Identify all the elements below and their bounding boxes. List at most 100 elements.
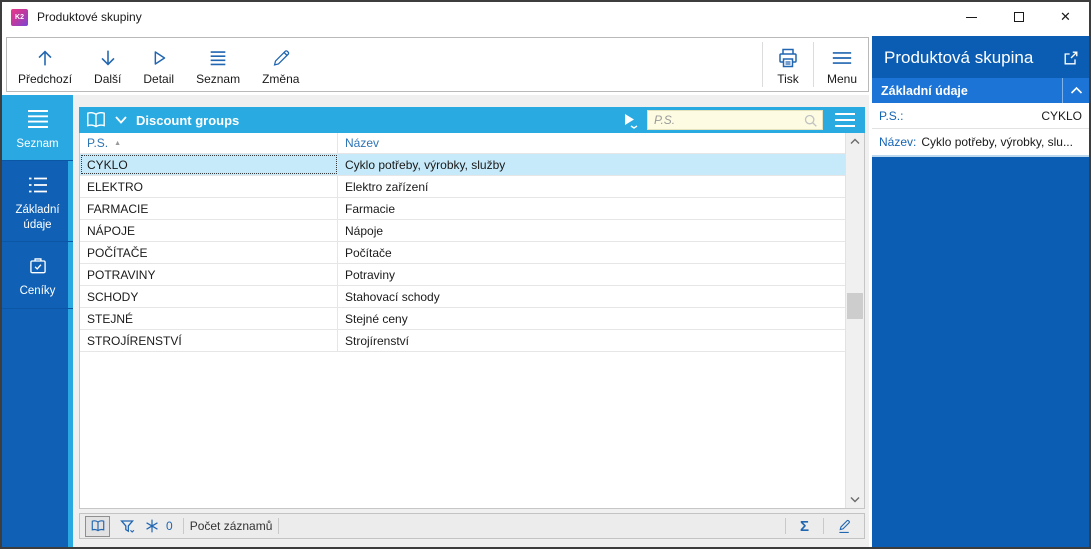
list-lines-icon — [206, 45, 230, 71]
sum-icon[interactable]: Σ — [792, 518, 817, 535]
next-button[interactable]: Další — [83, 38, 132, 91]
sidebar-item-seznam[interactable]: Seznam — [2, 95, 73, 162]
app-window: K2 Produktové skupiny ✕ Předchozí Další … — [0, 0, 1091, 549]
toolbar-separator — [812, 42, 814, 87]
detail-section-header[interactable]: Základní údaje — [872, 78, 1089, 103]
detail-field-ps: P.S.: CYKLO — [872, 103, 1089, 129]
cell-ps[interactable]: NÁPOJE — [80, 220, 338, 241]
titlebar: K2 Produktové skupiny ✕ — [2, 2, 1089, 32]
cell-ps[interactable]: ELEKTRO — [80, 176, 338, 197]
table-row[interactable]: POTRAVINY Potraviny — [80, 264, 845, 286]
statusbar-separator — [182, 518, 184, 534]
print-button[interactable]: Tisk — [765, 38, 811, 91]
sidebar-item-ceniky[interactable]: Ceníky — [2, 242, 73, 309]
cell-nazev[interactable]: Strojírenství — [338, 330, 845, 351]
previous-label: Předchozí — [18, 71, 73, 86]
cell-nazev[interactable]: Nápoje — [338, 220, 845, 241]
maximize-button[interactable] — [995, 2, 1042, 32]
search-input[interactable] — [648, 113, 803, 127]
sidebar-item-zakladni-udaje[interactable]: Základní údaje — [2, 161, 73, 243]
scroll-up-icon[interactable] — [846, 133, 864, 150]
change-label: Změna — [262, 71, 300, 86]
change-button[interactable]: Změna — [251, 38, 310, 91]
cell-nazev[interactable]: Stejné ceny — [338, 308, 845, 329]
vertical-scrollbar[interactable] — [845, 133, 864, 508]
statusbar-separator — [278, 518, 280, 534]
statusbar-separator — [784, 518, 786, 534]
k2-logo-icon: K2 — [11, 8, 28, 26]
cell-ps[interactable]: POČÍTAČE — [80, 242, 338, 263]
grid-menu-icon[interactable] — [829, 110, 861, 130]
cell-ps[interactable]: POTRAVINY — [80, 264, 338, 285]
cell-ps[interactable]: CYKLO — [80, 154, 338, 175]
scrollbar-track[interactable] — [846, 150, 864, 491]
column-header-nazev[interactable]: Název — [338, 133, 845, 153]
menu-button[interactable]: Menu — [816, 38, 868, 91]
print-label: Tisk — [777, 71, 799, 86]
list-button[interactable]: Seznam — [185, 38, 251, 91]
triangle-right-icon — [148, 45, 170, 71]
cell-ps[interactable]: SCHODY — [80, 286, 338, 307]
cell-ps[interactable]: STEJNÉ — [80, 308, 338, 329]
list-label: Seznam — [196, 71, 241, 86]
column-label: P.S. — [87, 136, 109, 150]
detail-section-title: Základní údaje — [881, 83, 968, 98]
previous-button[interactable]: Předchozí — [7, 38, 83, 91]
arrow-down-icon — [97, 45, 119, 71]
detail-panel: Produktová skupina Základní údaje P.S.: … — [872, 36, 1089, 547]
detail-label: Detail — [143, 71, 175, 86]
book-view-button[interactable] — [85, 515, 110, 537]
column-header-ps[interactable]: P.S. ▲ — [80, 133, 338, 153]
close-button[interactable]: ✕ — [1042, 2, 1089, 32]
cell-ps[interactable]: FARMACIE — [80, 198, 338, 219]
book-icon[interactable] — [85, 110, 107, 130]
frozen-records-icon[interactable] — [140, 518, 164, 534]
chevron-down-icon[interactable] — [114, 115, 128, 125]
statusbar-separator — [823, 518, 824, 534]
record-count-label: Počet záznamů — [189, 519, 273, 533]
play-filter-icon[interactable] — [621, 111, 639, 129]
pencil-icon — [270, 45, 292, 71]
detail-fields: P.S.: CYKLO Název: Cyklo potřeby, výrobk… — [872, 103, 1089, 157]
close-icon: ✕ — [1060, 9, 1071, 24]
grid-title: Discount groups — [136, 112, 240, 128]
minimize-button[interactable] — [948, 2, 995, 32]
arrow-up-icon — [34, 45, 56, 71]
grid-table: P.S. ▲ Název CYKLO Cyklo potřeby, výrobk… — [80, 133, 845, 508]
scrollbar-thumb[interactable] — [847, 293, 863, 320]
table-row[interactable]: CYKLO Cyklo potřeby, výrobky, služby — [80, 154, 845, 176]
table-row[interactable]: POČÍTAČE Počítače — [80, 242, 845, 264]
briefcase-check-icon — [28, 255, 48, 277]
scroll-down-icon[interactable] — [846, 491, 864, 508]
cell-nazev[interactable]: Potraviny — [338, 264, 845, 285]
grid-header-bar: Discount groups — [79, 107, 865, 133]
sidebar-item-label: Ceníky — [19, 285, 56, 298]
external-link-icon[interactable] — [1063, 50, 1079, 66]
main-content: Discount groups P.S. P.S. ▲ Název CYKLO … — [73, 95, 869, 547]
window-title: Produktové skupiny — [37, 10, 142, 24]
cell-nazev[interactable]: Cyklo potřeby, výrobky, služby — [338, 154, 845, 175]
cell-nazev[interactable]: Elektro zařízení — [338, 176, 845, 197]
detail-button[interactable]: Detail — [132, 38, 185, 91]
filter-icon[interactable] — [115, 518, 140, 535]
grid: P.S. ▲ Název CYKLO Cyklo potřeby, výrobk… — [79, 133, 865, 509]
cell-ps[interactable]: STROJÍRENSTVÍ — [80, 330, 338, 351]
cell-nazev[interactable]: Stahovací schody — [338, 286, 845, 307]
edit-pencil-icon[interactable] — [830, 518, 859, 535]
sidebar-item-label: Základní údaje — [15, 204, 60, 231]
frozen-count: 0 — [166, 519, 173, 533]
sort-asc-icon: ▲ — [114, 139, 122, 147]
table-row[interactable]: FARMACIE Farmacie — [80, 198, 845, 220]
chevron-up-icon[interactable] — [1063, 78, 1089, 103]
table-row[interactable]: STROJÍRENSTVÍ Strojírenství — [80, 330, 845, 352]
table-row[interactable]: NÁPOJE Nápoje — [80, 220, 845, 242]
table-row[interactable]: ELEKTRO Elektro zařízení — [80, 176, 845, 198]
maximize-icon — [1013, 12, 1024, 22]
next-label: Další — [94, 71, 122, 86]
cell-nazev[interactable]: Počítače — [338, 242, 845, 263]
table-row[interactable]: STEJNÉ Stejné ceny — [80, 308, 845, 330]
minimize-icon — [966, 16, 977, 18]
toolbar-separator — [761, 42, 763, 87]
table-row[interactable]: SCHODY Stahovací schody — [80, 286, 845, 308]
cell-nazev[interactable]: Farmacie — [338, 198, 845, 219]
